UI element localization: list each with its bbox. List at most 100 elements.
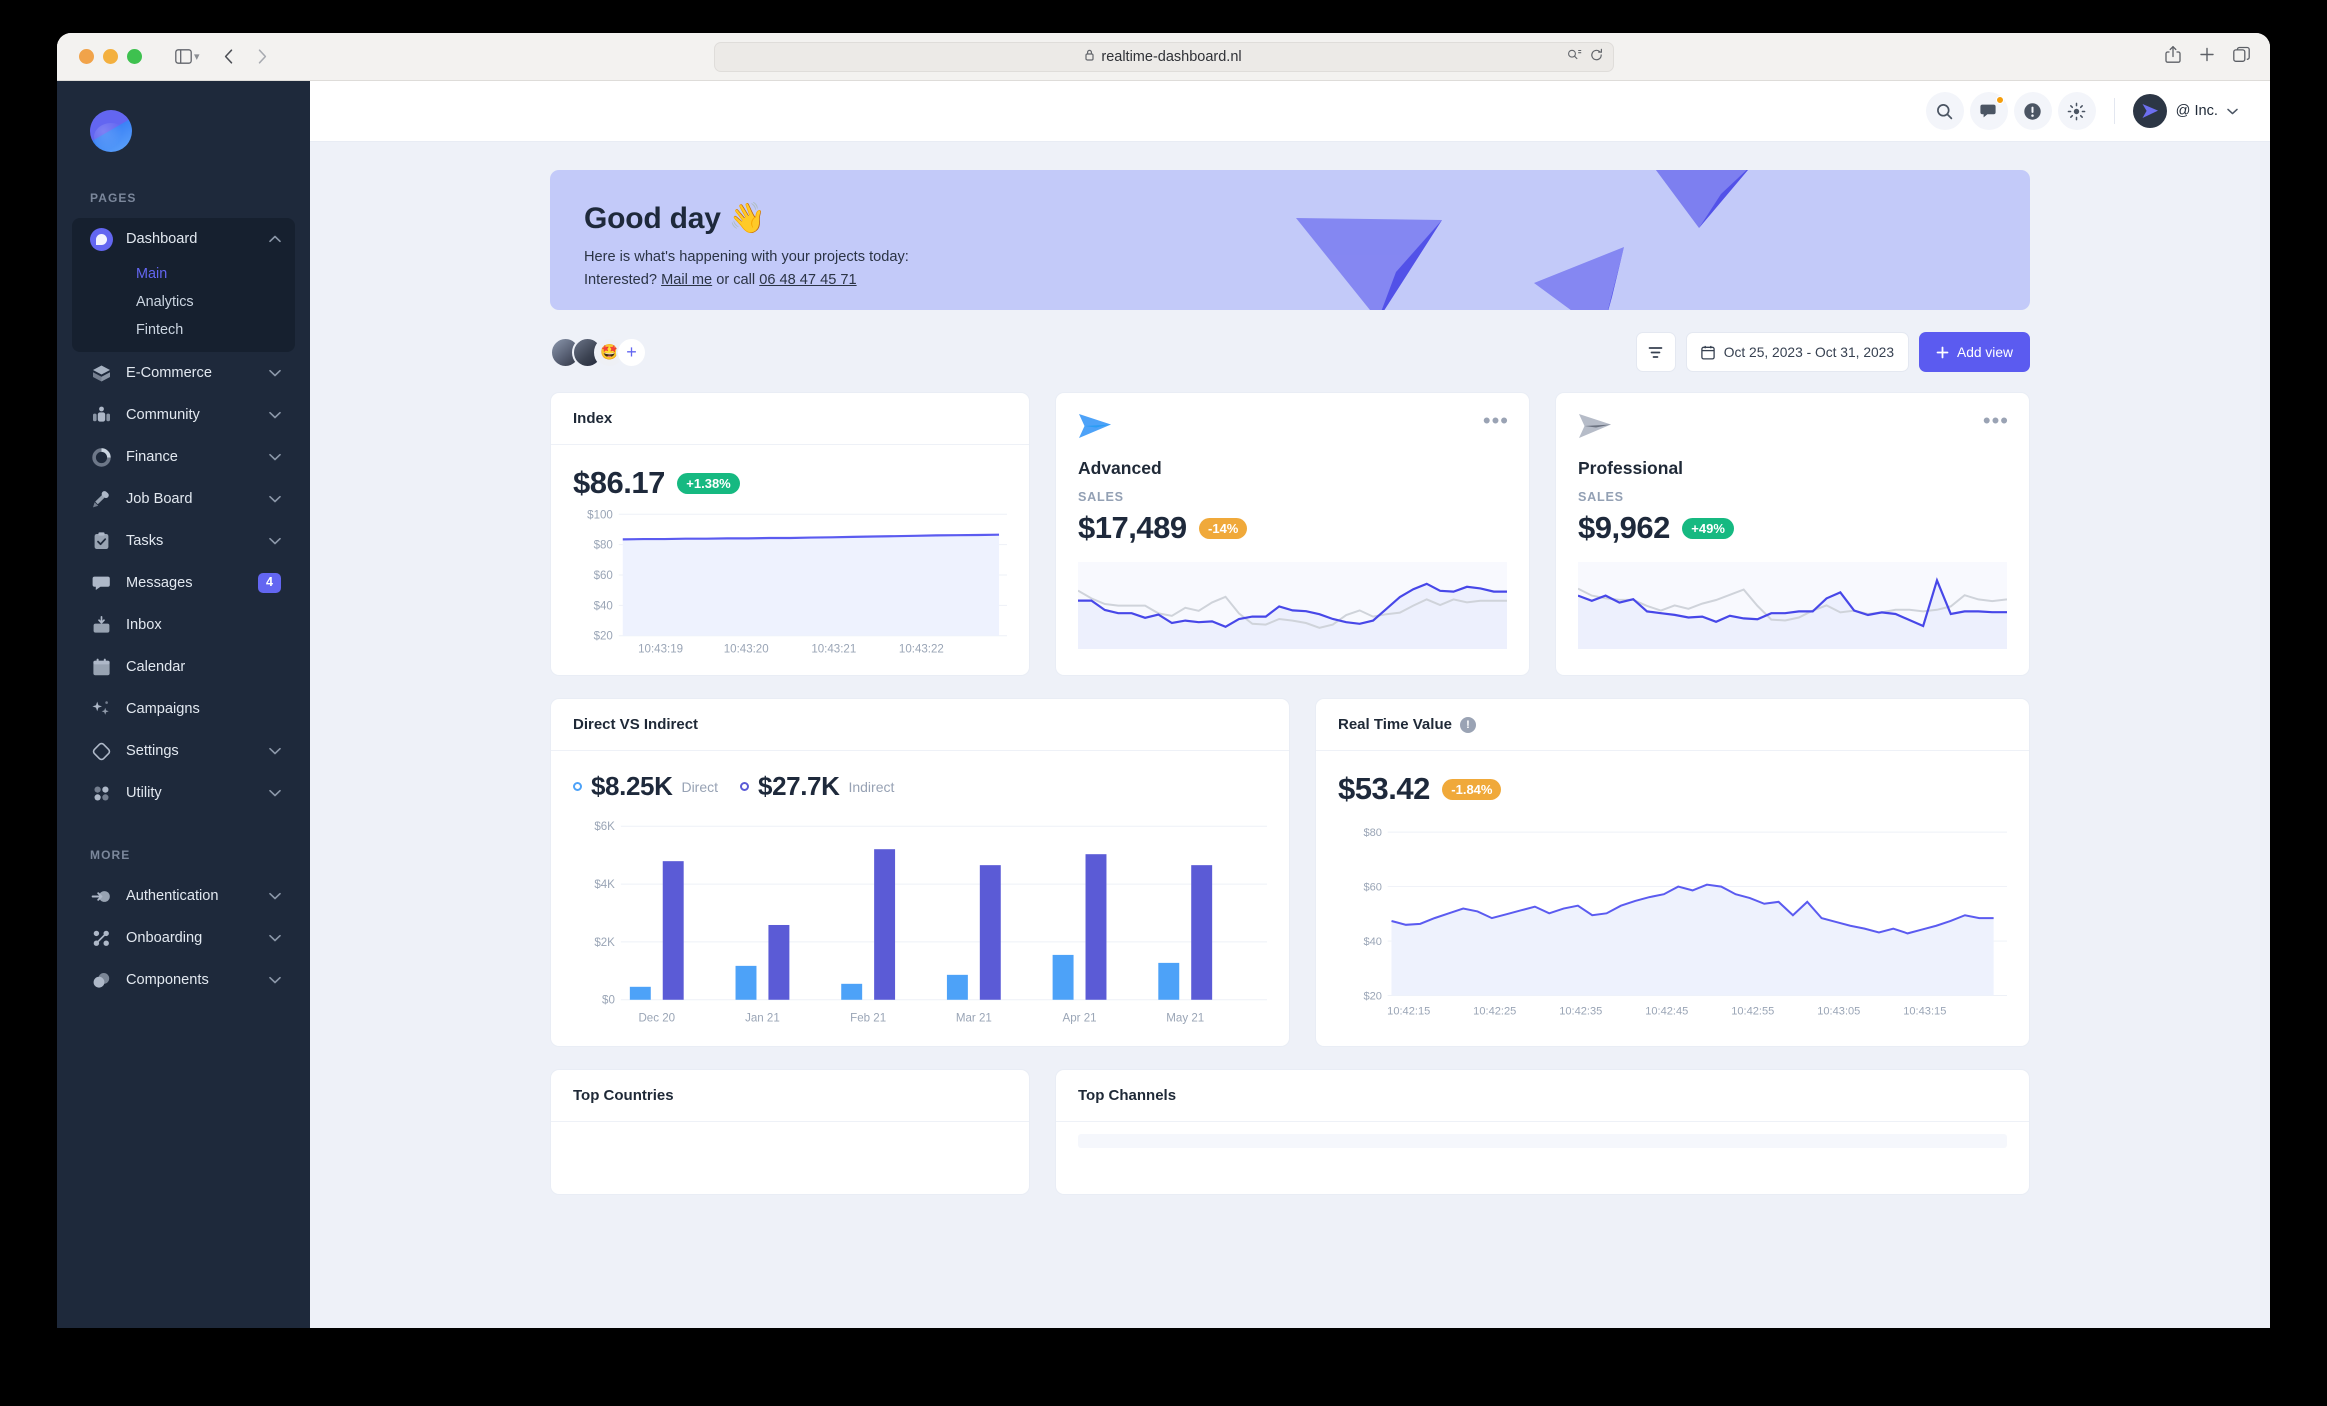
chevron-down-icon[interactable] [269,747,281,755]
new-tab-icon[interactable] [2199,46,2215,67]
window-controls[interactable] [79,49,142,64]
decorative-arrow-3 [1534,247,1624,310]
search-icon[interactable] [1925,92,1964,130]
sidebar-item-utility[interactable]: Utility [72,772,295,814]
professional-name: Professional [1578,458,1684,478]
more-horizontal-icon[interactable]: ••• [1483,410,1509,432]
sidebar-item-label: E-Commerce [126,365,212,381]
chevron-down-icon[interactable] [269,892,281,900]
sidebar-item-tasks[interactable]: Tasks [72,520,295,562]
sidebar-item-messages[interactable]: Messages 4 [72,562,295,604]
sidebar-item-calendar[interactable]: Calendar [72,646,295,688]
more-horizontal-icon[interactable]: ••• [1983,410,2009,432]
chevron-down-icon[interactable] [269,976,281,984]
sidebar-item-authentication[interactable]: Authentication [72,875,295,917]
bottom-row: Top Countries Top Channels [550,1069,2030,1195]
application: PAGES Dashboard Main Analytics Fintech E… [57,81,2270,1328]
sidebar-item-label: Utility [126,785,162,801]
filter-button[interactable] [1635,332,1676,372]
date-range-label: Oct 25, 2023 - Oct 31, 2023 [1723,344,1895,360]
brightness-icon[interactable] [2057,92,2096,130]
sidebar-item-label: Finance [126,449,178,465]
phone-link[interactable]: 06 48 47 45 71 [759,272,856,288]
card-professional: ••• Professional SALES $9,962 +49% [1555,392,2030,676]
username-label: @ Inc. [2175,103,2218,119]
sidebar-item-settings[interactable]: Settings [72,730,295,772]
sidebar-item-onboarding[interactable]: Onboarding [72,917,295,959]
sidebar-item-label: Inbox [126,617,162,633]
sidebar-item-campaigns[interactable]: Campaigns [72,688,295,730]
chevron-down-icon[interactable] [269,369,281,377]
chevron-down-icon[interactable] [2227,102,2238,120]
sidebar-item-label: Authentication [126,888,219,904]
chevron-down-icon[interactable] [269,934,281,942]
browser-toolbar: ▾ realtime-dashboard.nl [57,33,2270,81]
address-bar[interactable]: realtime-dashboard.nl [713,41,1614,72]
sidebar-item-dashboard[interactable]: Dashboard [72,218,295,260]
sidebar-item-components[interactable]: Components [72,959,295,1001]
svg-text:10:42:15: 10:42:15 [1387,1006,1430,1018]
index-change-badge: +1.38% [677,473,740,495]
megaphone-icon [90,488,113,511]
reader-icon[interactable] [1567,49,1582,65]
professional-change-badge: +49% [1682,518,1734,540]
svg-text:10:42:45: 10:42:45 [1645,1006,1688,1018]
dashboard-icon [90,227,113,251]
decorative-arrow-2 [1296,218,1442,310]
index-chart: $100 $80 $60 $40 $20 10:43:19 10:43:20 1… [587,509,1007,656]
app-logo[interactable] [90,110,132,152]
sidebar-subitem-analytics[interactable]: Analytics [72,288,295,316]
diamond-icon [90,740,113,763]
add-view-button[interactable]: Add view [1919,332,2030,372]
chevron-down-icon[interactable] [269,789,281,797]
tab-overview-icon[interactable] [2233,46,2250,67]
close-window-button[interactable] [79,49,94,64]
advanced-value-row: $17,489 -14% [1078,510,1507,546]
rtv-change-badge: -1.84% [1442,779,1502,801]
mail-me-link[interactable]: Mail me [661,272,712,288]
add-member-button[interactable]: + [616,336,647,368]
sidebar-item-label: Onboarding [126,930,203,946]
sidebar-item-job-board[interactable]: Job Board [72,478,295,520]
chat-icon[interactable] [1969,92,2008,130]
donut-chart-icon [90,446,113,469]
sidebar-item-ecommerce[interactable]: E-Commerce [72,352,295,394]
sidebar-item-finance[interactable]: Finance [72,436,295,478]
index-value: $86.17 [573,465,665,500]
advanced-value: $17,489 [1078,510,1187,545]
info-icon[interactable]: ! [1459,716,1476,733]
minimize-window-button[interactable] [103,49,118,64]
sidebar-subitem-fintech[interactable]: Fintech [72,316,295,344]
exclamation-icon[interactable] [2013,92,2052,130]
sidebar-subitem-main[interactable]: Main [72,260,295,288]
forward-icon[interactable] [248,42,278,72]
date-range-picker[interactable]: Oct 25, 2023 - Oct 31, 2023 [1685,332,1910,372]
card-direct-vs-indirect: Direct VS Indirect $8.25K Direct $27.7K … [550,698,1290,1047]
reload-icon[interactable] [1590,48,1603,65]
sidebar-item-inbox[interactable]: Inbox [72,604,295,646]
svg-text:$40: $40 [594,600,613,612]
maximize-window-button[interactable] [127,49,142,64]
people-icon [90,404,113,427]
back-icon[interactable] [214,42,244,72]
chevron-down-icon[interactable] [269,453,281,461]
top-countries-title: Top Countries [551,1070,1029,1122]
sidebar-item-community[interactable]: Community [72,394,295,436]
main-area: @ Inc. Good day 👋 Here is what's happeni… [310,81,2270,1328]
user-menu[interactable]: @ Inc. [2132,94,2238,128]
card-top-countries: Top Countries [550,1069,1030,1195]
dashboard-content: Good day 👋 Here is what's happening with… [310,142,2270,1328]
share-icon[interactable] [2165,45,2181,68]
sidebar-item-label: Messages [126,575,193,591]
plan-logo-gray [1579,414,1611,438]
plus-icon [1936,346,1949,358]
legend-direct: $8.25K Direct [573,771,718,802]
sidebar-dropdown-chevron-icon[interactable]: ▾ [194,50,200,63]
chevron-down-icon[interactable] [269,495,281,503]
svg-text:$40: $40 [1363,936,1381,948]
chevron-up-icon[interactable] [269,235,281,243]
svg-text:10:43:22: 10:43:22 [899,644,944,656]
chevron-down-icon[interactable] [269,411,281,419]
chevron-down-icon[interactable] [269,537,281,545]
indirect-total: $27.7K [758,771,840,801]
